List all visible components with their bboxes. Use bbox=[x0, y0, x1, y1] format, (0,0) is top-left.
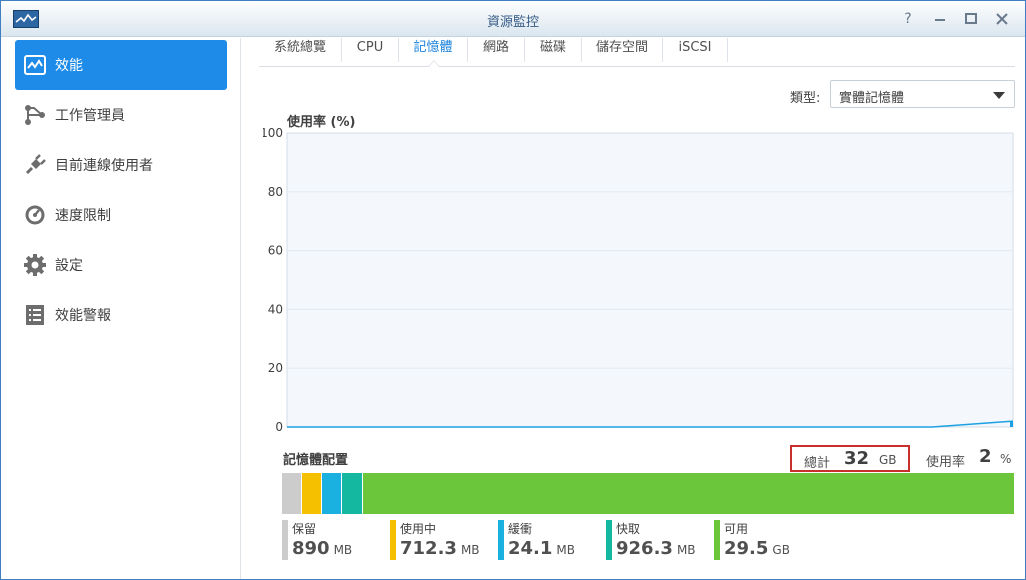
legend-value: 24.1 bbox=[508, 538, 553, 559]
sidebar-item-label: 效能警報 bbox=[55, 308, 111, 324]
memory-segment-0 bbox=[282, 473, 302, 514]
task-manager-icon bbox=[23, 103, 47, 127]
usage-point bbox=[1010, 421, 1013, 427]
memory-type-value: 實體記憶體 bbox=[839, 91, 905, 106]
total-value: 32 bbox=[844, 448, 870, 469]
legend-value: 29.5 bbox=[724, 538, 769, 559]
legend-swatch bbox=[714, 520, 720, 560]
usage-value: 2 bbox=[979, 446, 992, 467]
y-tick-label: 0 bbox=[275, 420, 283, 434]
total-memory-box: 總計 32 GB bbox=[790, 445, 910, 472]
usage-label: 使用率 bbox=[926, 455, 966, 470]
sidebar-item-label: 目前連線使用者 bbox=[55, 158, 153, 174]
legend-name: 可用 bbox=[724, 522, 749, 536]
sidebar-item-label: 速度限制 bbox=[55, 208, 111, 224]
legend-unit: GB bbox=[772, 543, 790, 557]
tab-network[interactable]: 網路 bbox=[468, 38, 524, 66]
memory-allocation-title: 記憶體配置 bbox=[283, 453, 349, 468]
sidebar-item-performance[interactable]: 效能 bbox=[15, 40, 227, 90]
help-icon[interactable]: ? bbox=[899, 10, 917, 28]
legend-unit: MB bbox=[333, 543, 353, 557]
memory-allocation-bar bbox=[282, 473, 1015, 514]
sidebar-item-connected-users[interactable]: 目前連線使用者 bbox=[15, 140, 227, 190]
y-tick-label: 80 bbox=[268, 185, 283, 199]
memory-segment-3 bbox=[342, 473, 363, 514]
active-tab-indicator bbox=[428, 60, 440, 67]
chevron-down-icon[interactable] bbox=[993, 92, 1005, 99]
close-icon[interactable] bbox=[993, 10, 1011, 28]
legend-value: 712.3 bbox=[400, 538, 457, 559]
legend-swatch bbox=[282, 520, 288, 560]
legend-unit: MB bbox=[460, 543, 480, 557]
total-label: 總計 bbox=[804, 456, 831, 471]
speedometer-icon bbox=[23, 203, 47, 227]
y-tick-label: 60 bbox=[268, 244, 283, 258]
performance-chart-icon bbox=[23, 53, 47, 77]
sidebar-item-task-manager[interactable]: 工作管理員 bbox=[15, 90, 227, 140]
legend-swatch bbox=[498, 520, 504, 560]
total-unit: GB bbox=[879, 453, 897, 467]
resource-monitor-window: 資源監控 ? 效能 工作管理員 目前連線使用者 速度限制 設定 效能警報 系統總… bbox=[0, 0, 1026, 580]
legend-value: 890 bbox=[292, 538, 330, 559]
y-tick-label: 20 bbox=[268, 361, 283, 375]
tab-iscsi[interactable]: iSCSI bbox=[663, 38, 727, 66]
sidebar-item-label: 工作管理員 bbox=[55, 108, 125, 124]
legend-unit: MB bbox=[556, 543, 576, 557]
sidebar-item-speed-limit[interactable]: 速度限制 bbox=[15, 190, 227, 240]
sidebar: 效能 工作管理員 目前連線使用者 速度限制 設定 效能警報 bbox=[1, 38, 241, 579]
tab-cpu[interactable]: CPU bbox=[342, 38, 398, 66]
legend-swatch bbox=[390, 520, 396, 560]
minimize-icon[interactable] bbox=[931, 10, 949, 28]
sidebar-item-settings[interactable]: 設定 bbox=[15, 240, 227, 290]
plug-icon bbox=[23, 153, 47, 177]
legend-name: 使用中 bbox=[400, 522, 437, 536]
title-bar[interactable]: 資源監控 ? bbox=[1, 1, 1025, 37]
y-tick-label: 100 bbox=[263, 126, 283, 140]
legend-value: 926.3 bbox=[616, 538, 673, 559]
plot-area bbox=[286, 132, 1014, 428]
usage-unit: % bbox=[1000, 452, 1012, 466]
legend-name: 緩衝 bbox=[508, 522, 533, 536]
window-title: 資源監控 bbox=[486, 15, 539, 30]
memory-segment-2 bbox=[322, 473, 342, 514]
type-label: 類型: bbox=[790, 91, 821, 106]
sidebar-item-label: 效能 bbox=[55, 58, 83, 74]
sidebar-item-performance-alerts[interactable]: 效能警報 bbox=[15, 290, 227, 340]
memory-usage-chart: 0 20 40 60 80 100 bbox=[263, 126, 1014, 434]
memory-segment-1 bbox=[302, 473, 322, 514]
sidebar-item-label: 設定 bbox=[55, 258, 83, 274]
memory-segment-4 bbox=[362, 473, 1015, 514]
tab-overview[interactable]: 系統總覽 bbox=[259, 38, 341, 66]
maximize-icon[interactable] bbox=[962, 10, 980, 28]
alert-list-icon bbox=[23, 303, 47, 327]
legend-name: 快取 bbox=[616, 522, 641, 536]
tab-bar: 系統總覽 CPU 記憶體 網路 磁碟 儲存空間 iSCSI bbox=[259, 38, 1015, 67]
gear-icon bbox=[23, 253, 47, 277]
tab-disk[interactable]: 磁碟 bbox=[525, 38, 581, 66]
legend-name: 保留 bbox=[292, 522, 317, 536]
memory-type-select[interactable]: 實體記憶體 bbox=[830, 80, 1015, 108]
tab-divider bbox=[727, 38, 728, 62]
tab-volume[interactable]: 儲存空間 bbox=[582, 38, 662, 66]
legend-unit: MB bbox=[676, 543, 696, 557]
y-tick-label: 40 bbox=[268, 302, 283, 316]
legend-swatch bbox=[606, 520, 612, 560]
